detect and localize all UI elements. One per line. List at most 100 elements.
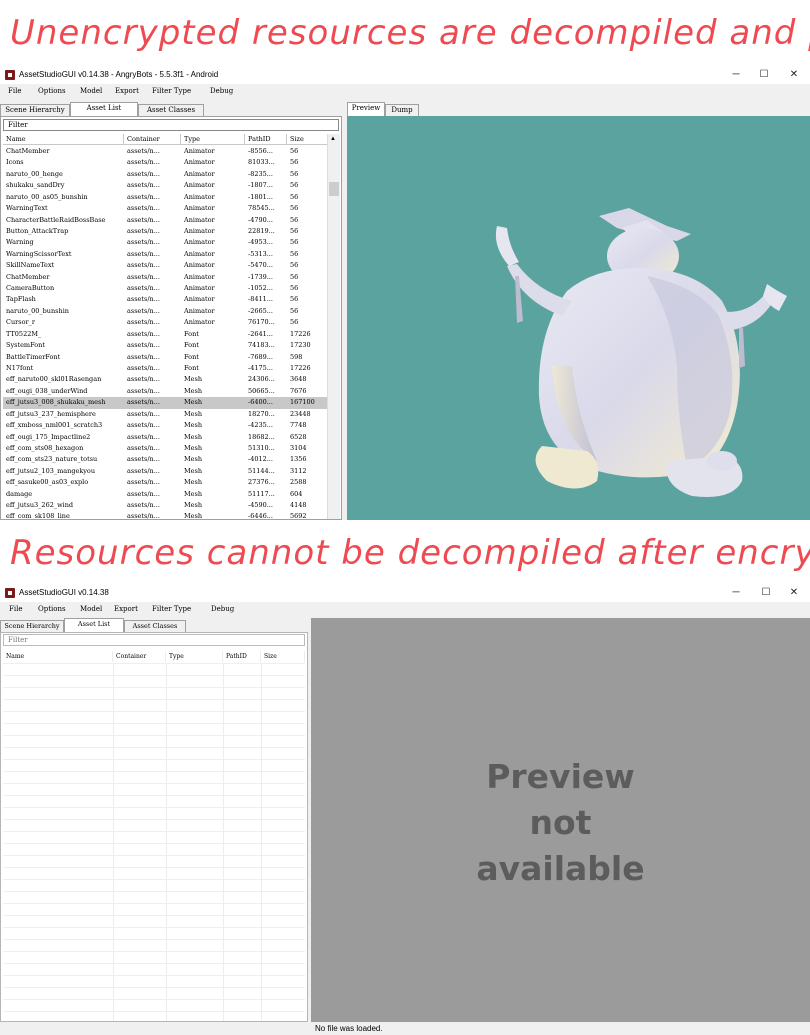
cell-pathid: 27376... [248,478,275,487]
column-name[interactable]: Name [3,651,113,662]
table-row[interactable]: naruto_00_henge assets/n... Animator -8235.… [3,169,333,180]
table-row[interactable]: CameraButton assets/n... Animator -1052... 5… [3,283,333,294]
table-row[interactable]: eff_com_sts23_nature_totsu assets/n... Mes… [3,454,333,465]
scroll-thumb[interactable] [329,182,339,196]
cell-type: Animator [184,238,215,247]
grid-line [3,723,305,724]
title-bar: AssetStudioGUI v0.14.38 ─ ☐ ✕ [0,584,810,602]
filter-input[interactable]: Filter [3,634,305,646]
preview-text-line3: available [476,849,645,888]
column-pathid[interactable]: PathID [223,651,261,662]
column-container[interactable]: Container [124,134,181,145]
vertical-scrollbar[interactable]: ▲ [327,134,340,519]
menu-debug[interactable]: Debug [210,87,233,95]
tab-asset-classes[interactable]: Asset Classes [138,104,204,116]
table-row[interactable]: SkillNameText assets/n... Animator -5470...… [3,260,333,271]
minimize-button[interactable]: ─ [725,586,747,600]
table-row[interactable]: WarningText assets/n... Animator 78545... 56 [3,203,333,214]
table-row[interactable]: eff_jutsu3_008_shukaku_mesh assets/n... Me… [3,397,333,409]
cell-type: Animator [184,318,215,327]
table-row[interactable]: WarningScissorText assets/n... Animator -53… [3,249,333,260]
column-container[interactable]: Container [113,651,166,662]
menu-model[interactable]: Model [80,87,102,95]
cell-name: WarningText [6,204,48,213]
table-row[interactable]: SystemFont assets/n... Font 74183... 17230 [3,340,333,351]
table-row[interactable]: Cursor_r assets/n... Animator 76170... 56 [3,317,333,328]
table-row[interactable]: naruto_00_as05_bunshin assets/n... Animato… [3,192,333,203]
menu-filter-type[interactable]: Filter Type [152,605,191,613]
cell-container: assets/n... [127,181,160,190]
menu-export[interactable]: Export [115,87,139,95]
table-row[interactable]: CharacterBattleRaidBossBase assets/n... An… [3,215,333,226]
close-button[interactable]: ✕ [783,586,805,600]
grid-line [3,903,305,904]
left-tabs: Scene Hierarchy Asset List Asset Classes [0,618,310,632]
table-row[interactable]: TT0522M_ assets/n... Font -2641... 17226 [3,329,333,340]
table-row[interactable]: eff_sasuke00_as03_explo assets/n... Mesh 27… [3,477,333,488]
cell-pathid: 78545... [248,204,275,213]
tab-asset-classes[interactable]: Asset Classes [124,620,186,632]
grid-line [3,927,305,928]
scroll-up-icon[interactable]: ▲ [330,136,336,142]
cell-container: assets/n... [127,272,160,281]
menu-debug[interactable]: Debug [211,605,234,613]
table-row[interactable]: eff_xmboss_nml001_scratch3 assets/n... Mes… [3,420,333,431]
cell-container: assets/n... [127,386,160,395]
cell-type: Animator [184,284,215,293]
table-row[interactable]: naruto_00_bunshin assets/n... Animator -266… [3,306,333,317]
table-row[interactable]: BattleTimerFont assets/n... Font -7689... 59… [3,352,333,363]
cell-name: naruto_00_bunshin [6,306,69,315]
table-row[interactable]: Icons assets/n... Animator 81033... 56 [3,157,333,168]
menu-model[interactable]: Model [80,605,102,613]
column-type[interactable]: Type [166,651,223,662]
column-size[interactable]: Size [261,651,305,662]
cell-size: 56 [290,272,299,281]
tab-dump[interactable]: Dump [385,104,419,116]
cell-container: assets/n... [127,226,160,235]
menu-options[interactable]: Options [38,87,66,95]
column-type[interactable]: Type [181,134,245,145]
tab-asset-list[interactable]: Asset List [64,618,124,632]
table-row[interactable]: eff_jutsu3_262_wind assets/n... Mesh -4590.… [3,500,333,511]
maximize-button[interactable]: ☐ [753,68,775,82]
cell-size: 56 [290,147,299,155]
table-row[interactable]: eff_com_sk108_line assets/n... Mesh -6446..… [3,511,333,519]
minimize-button[interactable]: ─ [725,68,747,82]
grid-line [3,699,305,700]
cell-size: 56 [290,226,299,235]
grid-line [3,747,305,748]
table-row[interactable]: TapFlash assets/n... Animator -8411... 56 [3,294,333,305]
table-row[interactable]: eff_naruto00_skl01Rasengan assets/n... Mes… [3,374,333,385]
table-row[interactable]: eff_jutsu2_103_mangekyou assets/n... Mesh 5… [3,466,333,477]
cell-name: naruto_00_as05_bunshin [6,192,88,201]
table-row[interactable]: shukaku_sandDry assets/n... Animator -1807.… [3,180,333,191]
menu-bar: File Options Model Export Filter Type De… [0,84,810,98]
table-row[interactable]: N17font assets/n... Font -4175... 17226 [3,363,333,374]
tab-asset-list[interactable]: Asset List [70,102,138,116]
filter-input[interactable]: Filter [3,119,339,131]
menu-file[interactable]: File [8,87,21,95]
cell-pathid: -7689... [248,352,273,361]
tab-scene-hierarchy[interactable]: Scene Hierarchy [0,620,64,632]
table-row[interactable]: eff_ougi_038_underWind assets/n... Mesh 506… [3,386,333,397]
table-row[interactable]: eff_jutsu3_237_hemisphere assets/n... Mesh… [3,409,333,420]
table-row[interactable]: Button_AttackTrap assets/n... Animator 2281… [3,226,333,237]
table-row[interactable]: ChatMember assets/n... Animator -1739... 56 [3,272,333,283]
menu-export[interactable]: Export [114,605,138,613]
column-pathid[interactable]: PathID [245,134,287,145]
table-row[interactable]: eff_ougi_175_Impactline2 assets/n... Mesh 1… [3,432,333,443]
close-button[interactable]: ✕ [783,68,805,82]
tab-scene-hierarchy[interactable]: Scene Hierarchy [0,104,70,116]
table-row[interactable]: damage assets/n... Mesh 51117... 604 [3,489,333,500]
table-row[interactable]: eff_com_sts08_hexagon assets/n... Mesh 5131… [3,443,333,454]
table-row[interactable]: ChatMember assets/n... Animator -8556... 56 [3,146,333,157]
cell-size: 56 [290,181,299,190]
menu-options[interactable]: Options [38,605,66,613]
menu-file[interactable]: File [9,605,22,613]
menu-filter-type[interactable]: Filter Type [152,87,191,95]
tab-preview[interactable]: Preview [347,102,385,116]
column-name[interactable]: Name [3,134,124,145]
maximize-button[interactable]: ☐ [755,586,777,600]
cell-pathid: 50665... [248,386,275,395]
table-row[interactable]: Warning assets/n... Animator -4953... 56 [3,237,333,248]
